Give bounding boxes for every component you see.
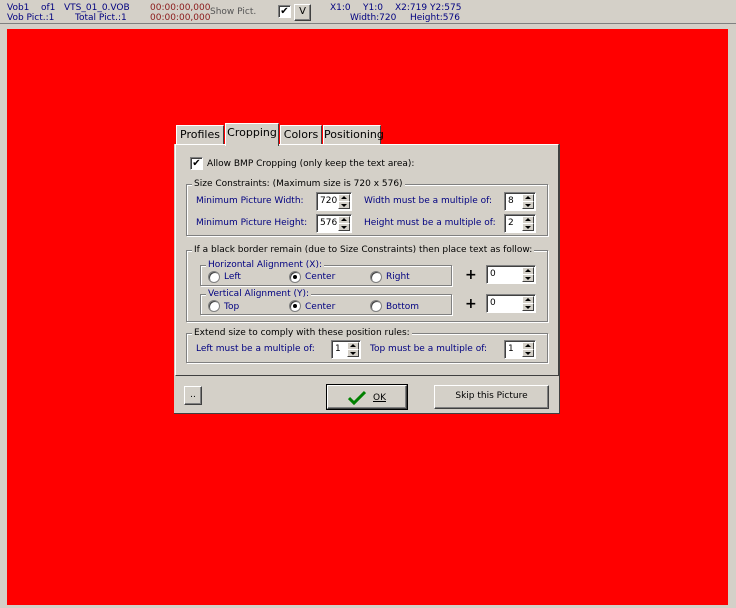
size-constraints-title: Size Constraints: (Maximum size is 720 x… [192, 179, 405, 189]
ok-button[interactable]: OK [326, 384, 408, 410]
spin-down-icon[interactable] [522, 201, 534, 209]
min-height-spinner[interactable]: 576 [316, 214, 352, 233]
spin-down-icon[interactable] [522, 274, 534, 282]
top-multiple-label: Top must be a multiple of: [370, 344, 488, 354]
vertical-offset-value: 0 [490, 298, 496, 308]
y1-readout: Y1:0 [363, 3, 383, 13]
horizontal-center-radio[interactable] [289, 271, 301, 283]
min-width-value: 720 [320, 196, 338, 206]
spin-down-icon[interactable] [522, 223, 534, 231]
spin-down-icon[interactable] [338, 201, 350, 209]
left-multiple-value: 1 [335, 344, 341, 354]
height-multiple-label: Height must be a multiple of: [364, 218, 496, 228]
allow-bmp-cropping-checkbox[interactable]: ✔ [190, 157, 203, 170]
vob-filename: VTS_01_0.VOB [64, 3, 130, 13]
min-height-label: Minimum Picture Height: [196, 218, 308, 228]
width-multiple-value: 8 [508, 196, 514, 206]
v-button[interactable]: V [294, 4, 311, 21]
min-width-spinner[interactable]: 720 [316, 192, 352, 211]
more-button[interactable]: .. [184, 386, 202, 405]
width-readout: Width:720 [350, 13, 397, 23]
show-pict-label: Show Pict. [210, 7, 257, 17]
top-multiple-value: 1 [508, 344, 514, 354]
spin-down-icon[interactable] [347, 349, 359, 357]
top-multiple-spinner[interactable]: 1 [504, 340, 536, 359]
tab-colors[interactable]: Colors [280, 125, 322, 145]
horizontal-alignment-title: Horizontal Alignment (X): [206, 260, 325, 270]
vertical-top-label: Top [224, 302, 240, 312]
show-pict-checkbox[interactable]: ✔ [278, 5, 291, 18]
tab-profiles[interactable]: Profiles [176, 125, 224, 145]
min-width-label: Minimum Picture Width: [196, 196, 304, 206]
left-multiple-spinner[interactable]: 1 [331, 340, 361, 359]
spin-down-icon[interactable] [522, 303, 534, 311]
vob-pict-count: Vob Pict.:1 [7, 13, 55, 23]
tab-cropping[interactable]: Cropping [225, 123, 279, 146]
left-multiple-label: Left must be a multiple of: [196, 344, 315, 354]
horizontal-plus-sign: + [465, 267, 477, 283]
vertical-center-radio[interactable] [289, 300, 301, 312]
vertical-top-radio[interactable] [208, 300, 220, 312]
status-bar: Vob1 of1 VTS_01_0.VOB Vob Pict.:1 Total … [0, 0, 736, 24]
total-pict-count: Total Pict.:1 [75, 13, 127, 23]
width-multiple-label: Width must be a multiple of: [364, 196, 493, 206]
size-constraints-group [186, 184, 548, 236]
vertical-alignment-title: Vertical Alignment (Y): [206, 289, 312, 299]
horizontal-left-radio[interactable] [208, 271, 220, 283]
vob-label: Vob1 [7, 3, 30, 13]
horizontal-right-radio[interactable] [370, 271, 382, 283]
vertical-bottom-radio[interactable] [370, 300, 382, 312]
vertical-offset-spinner[interactable]: 0 [486, 294, 536, 313]
vertical-plus-sign: + [465, 296, 477, 312]
spin-down-icon[interactable] [338, 223, 350, 231]
height-multiple-value: 2 [508, 218, 514, 228]
black-border-title: If a black border remain (due to Size Co… [192, 245, 535, 255]
extend-size-title: Extend size to comply with these positio… [192, 328, 412, 338]
horizontal-center-label: Center [305, 272, 336, 282]
vertical-center-label: Center [305, 302, 336, 312]
min-height-value: 576 [320, 218, 338, 228]
tab-positioning[interactable]: Positioning [323, 125, 384, 145]
vob-of-label: of1 [41, 3, 56, 13]
ok-label: OK [373, 393, 386, 403]
x1-readout: X1:0 [330, 3, 351, 13]
horizontal-left-label: Left [224, 272, 241, 282]
height-readout: Height:576 [410, 13, 460, 23]
allow-bmp-cropping-label: Allow BMP Cropping (only keep the text a… [207, 159, 415, 169]
width-multiple-spinner[interactable]: 8 [504, 192, 536, 211]
horizontal-right-label: Right [386, 272, 410, 282]
x2-readout: X2:719 [395, 3, 428, 13]
vertical-bottom-label: Bottom [386, 302, 420, 312]
skip-picture-button[interactable]: Skip this Picture [434, 385, 549, 409]
height-multiple-spinner[interactable]: 2 [504, 214, 536, 233]
y2-readout: Y2:575 [430, 3, 462, 13]
time-end: 00:00:00,000 [150, 13, 211, 23]
horizontal-offset-value: 0 [490, 269, 496, 279]
checkmark-icon [348, 390, 366, 405]
spin-down-icon[interactable] [522, 349, 534, 357]
horizontal-offset-spinner[interactable]: 0 [486, 265, 536, 284]
time-start: 00:00:00,000 [150, 3, 211, 13]
